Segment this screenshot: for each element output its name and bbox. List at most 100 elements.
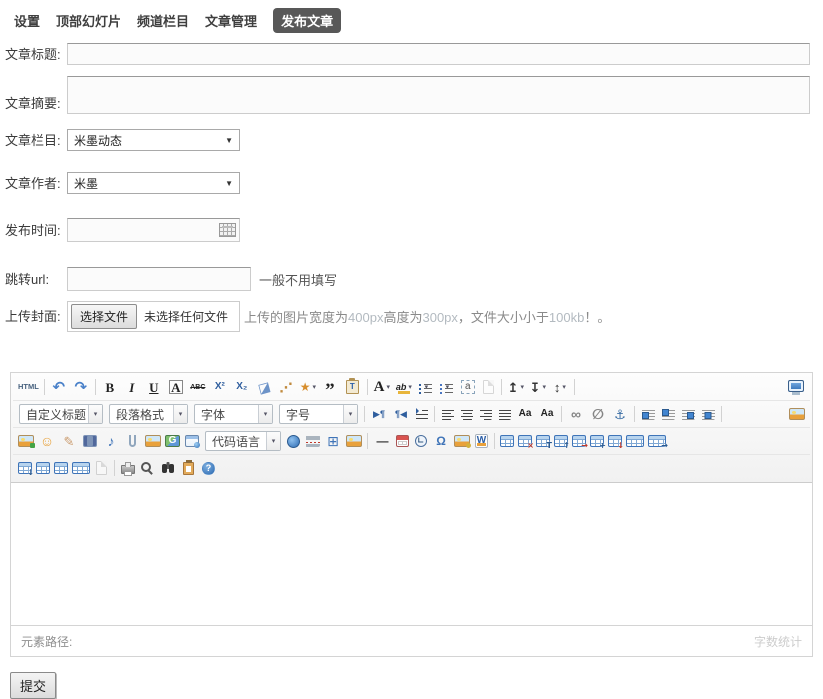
sort-table-icon[interactable] xyxy=(96,461,107,475)
split-cell-icon[interactable]: → xyxy=(648,435,666,447)
insert-image-icon[interactable] xyxy=(789,408,805,420)
help-icon[interactable]: ? xyxy=(202,462,215,475)
attachment-icon[interactable] xyxy=(129,435,136,447)
font-border-icon[interactable]: A xyxy=(166,377,186,397)
code-language-combo[interactable]: 代码语言▾ xyxy=(205,431,281,451)
author-select[interactable]: 米墨 ▼ xyxy=(67,172,240,194)
ordered-list-icon[interactable]: ▾ xyxy=(418,382,433,393)
custom-title-combo[interactable]: 自定义标题▾ xyxy=(19,404,103,424)
autotypeset-icon[interactable]: ★▾ xyxy=(298,377,318,397)
clear-doc-icon[interactable] xyxy=(483,380,494,394)
dropdown-arrow-icon[interactable]: ▾ xyxy=(562,384,566,391)
tab-settings[interactable]: 设置 xyxy=(14,11,40,30)
align-right-icon[interactable] xyxy=(479,408,492,420)
undo-icon[interactable]: ↶ xyxy=(49,377,69,397)
image-float-left-icon[interactable] xyxy=(641,408,655,420)
to-lowercase-icon[interactable]: Aa xyxy=(537,404,557,424)
font-size-combo[interactable]: 字号▾ xyxy=(279,404,358,424)
highlight-color-icon[interactable]: ab▾ xyxy=(394,377,414,397)
underline-icon[interactable]: U xyxy=(144,377,164,397)
image-center-icon[interactable] xyxy=(701,408,715,420)
merge-cells-icon[interactable] xyxy=(626,435,644,447)
scrawl-icon[interactable]: ✎ xyxy=(59,431,79,451)
insert-video-icon[interactable] xyxy=(83,435,97,447)
tab-top-slideshow[interactable]: 顶部幻灯片 xyxy=(56,11,121,30)
page-break-icon[interactable] xyxy=(305,435,320,447)
category-select[interactable]: 米墨动态 ▼ xyxy=(67,129,240,151)
unlink-icon[interactable]: ∅ xyxy=(588,404,608,424)
bold-icon[interactable]: B xyxy=(100,377,120,397)
publish-time-input[interactable] xyxy=(67,218,240,242)
select-all-icon[interactable]: a xyxy=(458,377,478,397)
insert-row-icon[interactable]: → xyxy=(572,435,586,447)
first-line-indent-icon[interactable] xyxy=(415,408,428,420)
table-columns-icon[interactable] xyxy=(72,462,90,474)
tab-channel-columns[interactable]: 频道栏目 xyxy=(137,11,189,30)
eraser-icon[interactable]: ◪ xyxy=(252,375,276,399)
paragraph-top-spacing-icon[interactable]: ↥▾ xyxy=(506,377,526,397)
source-code-button[interactable]: HTML xyxy=(17,377,40,397)
insert-table-icon[interactable] xyxy=(500,435,514,447)
format-brush-icon[interactable]: ⋰ xyxy=(276,377,296,397)
superscript-icon[interactable]: X² xyxy=(210,377,230,397)
to-uppercase-icon[interactable]: Aa xyxy=(515,404,535,424)
editor-content-area[interactable] xyxy=(11,483,812,625)
blockquote-icon[interactable]: ” xyxy=(320,377,340,397)
delete-row-icon[interactable]: ↓ xyxy=(608,435,622,447)
table-grid-icon[interactable] xyxy=(36,462,50,474)
dropdown-arrow-icon[interactable]: ▾ xyxy=(408,384,412,391)
align-justify-icon[interactable] xyxy=(498,408,511,420)
template-icon[interactable]: ⊞ xyxy=(323,431,343,451)
google-map-icon[interactable]: G xyxy=(165,435,180,447)
table-title-icon[interactable]: T xyxy=(536,435,550,447)
line-spacing-icon[interactable]: ↕▾ xyxy=(550,377,570,397)
insert-music-icon[interactable]: ♪ xyxy=(101,431,121,451)
submit-button[interactable]: 提交 xyxy=(10,672,56,699)
dropdown-arrow-icon[interactable]: ▾ xyxy=(543,384,547,391)
subscript-icon[interactable]: X₂ xyxy=(232,377,252,397)
dropdown-arrow-icon[interactable]: ▾ xyxy=(425,384,429,391)
tab-article-management[interactable]: 文章管理 xyxy=(205,11,257,30)
insert-title-row-icon[interactable]: ↑ xyxy=(554,435,568,447)
dropdown-arrow-icon[interactable]: ▾ xyxy=(386,384,390,391)
dropdown-arrow-icon[interactable]: ▾ xyxy=(312,384,316,391)
insert-time-icon[interactable] xyxy=(415,435,427,447)
insert-code-icon[interactable] xyxy=(287,435,300,448)
italic-icon[interactable]: I xyxy=(122,377,142,397)
redirect-url-input[interactable] xyxy=(67,267,251,291)
horizontal-rule-icon[interactable]: — xyxy=(372,431,392,451)
snapscreen-icon[interactable] xyxy=(346,435,362,447)
insert-date-icon[interactable] xyxy=(396,435,409,447)
image-float-right-icon[interactable] xyxy=(681,408,695,420)
redo-icon[interactable]: ↷ xyxy=(71,377,91,397)
paragraph-bottom-spacing-icon[interactable]: ↧▾ xyxy=(528,377,548,397)
unordered-list-icon[interactable]: ▾ xyxy=(439,382,454,393)
emotion-icon[interactable]: ☺ xyxy=(37,431,57,451)
delete-table-icon[interactable]: × xyxy=(518,435,532,447)
calendar-icon[interactable] xyxy=(219,223,236,237)
paragraph-format-combo[interactable]: 段落格式▾ xyxy=(109,404,188,424)
print-icon[interactable] xyxy=(121,465,135,474)
anchor-icon[interactable]: ⚓ xyxy=(610,404,630,424)
search-replace-icon[interactable] xyxy=(162,464,167,473)
image-inline-icon[interactable] xyxy=(661,408,675,420)
paste-plain-text-icon[interactable]: T xyxy=(346,380,359,394)
dropdown-arrow-icon[interactable]: ▾ xyxy=(446,384,450,391)
insert-col-icon[interactable]: + xyxy=(590,435,604,447)
word-image-icon[interactable]: W xyxy=(475,434,488,448)
link-icon[interactable]: ∞ xyxy=(566,404,586,424)
font-color-icon[interactable]: A▾ xyxy=(372,377,392,397)
paste-icon[interactable] xyxy=(183,462,194,475)
chevron-down-icon[interactable]: ▾ xyxy=(88,405,102,423)
chevron-down-icon[interactable]: ▾ xyxy=(258,405,272,423)
summary-textarea[interactable] xyxy=(67,76,810,114)
tab-publish-article[interactable]: 发布文章 xyxy=(273,8,341,33)
rtl-paragraph-icon[interactable]: ¶◀ xyxy=(391,404,411,424)
preview-icon[interactable] xyxy=(141,462,151,472)
cover-file-input[interactable]: 选择文件 未选择任何文件 xyxy=(67,301,240,332)
delete-col-icon[interactable]: ↓ xyxy=(18,462,32,474)
choose-file-button[interactable]: 选择文件 xyxy=(71,304,137,329)
ltr-paragraph-icon[interactable]: ▶¶ xyxy=(369,404,389,424)
fullscreen-icon[interactable] xyxy=(788,380,804,392)
map-icon[interactable] xyxy=(145,435,161,447)
